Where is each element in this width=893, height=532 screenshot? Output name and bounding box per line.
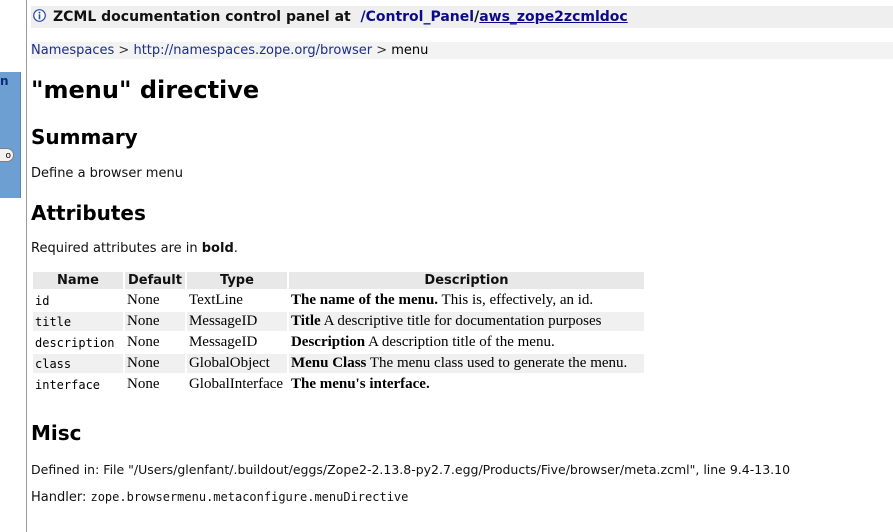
attr-type: GlobalObject (186, 354, 287, 373)
column-header-default: Default (125, 272, 185, 289)
breadcrumb-namespaces-link[interactable]: Namespaces (31, 43, 114, 58)
attr-description: Description A description title of the m… (289, 333, 644, 352)
breadcrumb: Namespaces > http://namespaces.zope.org/… (31, 42, 893, 59)
breadcrumb-separator: > (376, 43, 388, 58)
breadcrumb-namespace-link[interactable]: http://namespaces.zope.org/browser (133, 43, 372, 58)
attributes-heading: Attributes (31, 201, 146, 225)
info-icon (33, 9, 46, 22)
control-panel-link[interactable]: /Control_Panel (360, 9, 474, 25)
summary-heading: Summary (31, 125, 138, 149)
attr-description: Menu Class The menu class used to genera… (288, 354, 644, 373)
table-row: id None TextLine The name of the menu. T… (33, 291, 644, 310)
attr-description: The menu's interface. (289, 375, 644, 394)
attr-name: interface (35, 377, 101, 392)
attr-description: Title A descriptive title for documentat… (288, 312, 644, 331)
handler-value: zope.browsermenu.metaconfigure.menuDirec… (90, 490, 409, 504)
attr-type: GlobalInterface (188, 376, 284, 392)
attr-default: None (127, 292, 160, 308)
attr-name: id (35, 293, 50, 308)
page-title: "menu" directive (31, 76, 260, 104)
breadcrumb-separator: > (118, 43, 130, 58)
table-header-row: Name Default Type Description (33, 272, 644, 289)
table-row: description None MessageID Description A… (33, 333, 644, 352)
attr-default: None (125, 312, 185, 331)
left-panel-button-fragment[interactable]: o (0, 148, 14, 162)
attr-type: TextLine (188, 292, 243, 308)
required-note-suffix: . (233, 241, 238, 256)
left-navigation-panel: n o (0, 72, 21, 198)
left-panel-text-fragment[interactable]: n (0, 74, 9, 88)
attr-description-bold: Title (290, 313, 321, 329)
header-prefix: ZCML documentation control panel at (53, 9, 351, 25)
attr-description-bold: Description (290, 334, 366, 350)
attr-type: MessageID (186, 312, 287, 331)
attributes-table: Name Default Type Description id None Te… (31, 270, 646, 396)
header-bar: ZCML documentation control panel at /Con… (31, 6, 893, 28)
handler-line: Handler: zope.browsermenu.metaconfigure.… (31, 490, 408, 505)
handler-label: Handler: (31, 490, 91, 505)
attr-description-text: The menu class used to generate the menu… (366, 355, 628, 371)
table-row: class None GlobalObject Menu Class The m… (33, 354, 644, 373)
defined-in-text: Defined in: File "/Users/glenfant/.build… (31, 462, 791, 477)
column-header-name: Name (33, 272, 123, 289)
summary-text: Define a browser menu (31, 166, 183, 181)
required-note-bold: bold (201, 241, 234, 256)
attr-default: None (125, 354, 185, 373)
attr-type: MessageID (188, 334, 258, 350)
frame-divider[interactable] (26, 0, 27, 532)
attr-name: title (33, 312, 123, 331)
required-note: Required attributes are in bold. (31, 241, 238, 256)
attr-description-bold: The menu's interface. (290, 376, 430, 392)
table-row: interface None GlobalInterface The menu'… (33, 375, 644, 394)
attr-name: description (35, 335, 115, 350)
attr-description-text: A description title of the menu. (365, 334, 555, 350)
zcmldoc-link[interactable]: aws_zope2zcmldoc (479, 9, 628, 25)
attr-description: The name of the menu. This is, effective… (289, 291, 644, 310)
attr-name: class (33, 354, 123, 373)
column-header-description: Description (288, 272, 644, 289)
table-row: title None MessageID Title A descriptive… (33, 312, 644, 331)
header-title: ZCML documentation control panel at /Con… (53, 9, 628, 25)
attr-description-bold: The name of the menu. (290, 292, 439, 308)
misc-heading: Misc (31, 421, 82, 445)
column-header-type: Type (186, 272, 287, 289)
required-note-prefix: Required attributes are in (31, 241, 198, 256)
attr-description-text: This is, effectively, an id. (438, 292, 594, 308)
attr-description-text: A descriptive title for documentation pu… (320, 313, 602, 329)
attr-description-bold: Menu Class (290, 355, 367, 371)
breadcrumb-current: menu (391, 43, 429, 58)
attr-default: None (127, 376, 160, 392)
attr-default: None (127, 334, 160, 350)
